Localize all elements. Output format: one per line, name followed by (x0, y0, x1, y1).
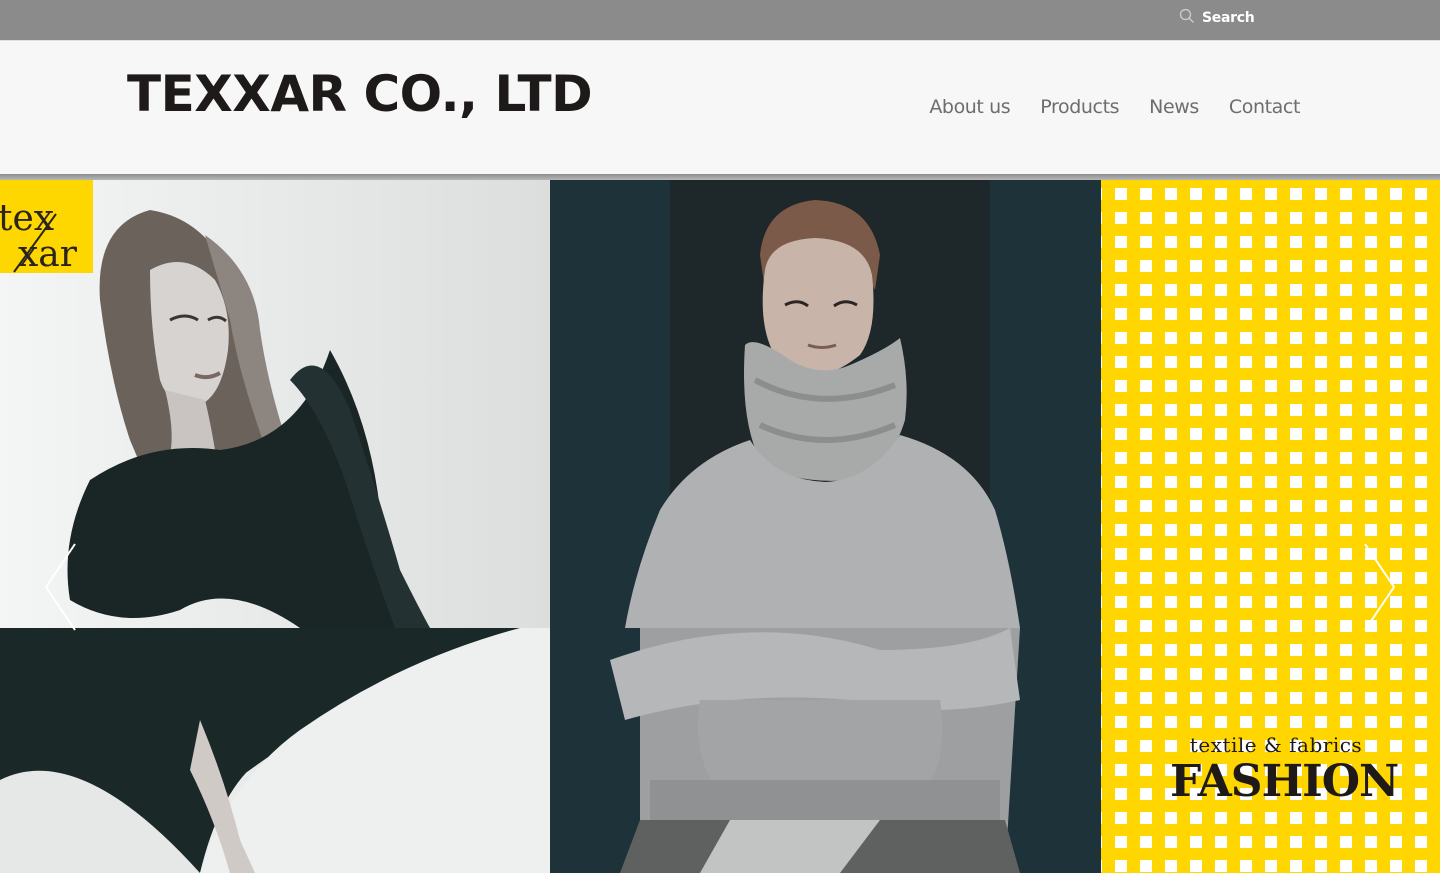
site-header: TEXXAR CO., LTD About us Products News C… (0, 40, 1440, 175)
company-logo-text[interactable]: TEXXAR CO., LTD (127, 63, 593, 125)
search-label: Search (1202, 10, 1255, 26)
texxar-logo-icon: tex xar (0, 198, 78, 273)
hero-image-woman: tex xar (0, 180, 550, 873)
top-bar: Search (0, 0, 1440, 40)
hero-image-man (550, 180, 1101, 873)
texxar-brand-badge[interactable]: tex xar (0, 180, 93, 273)
hero-slideshow: tex xar textile & fabrics FASHION (0, 180, 1440, 873)
search-button[interactable]: Search (1179, 6, 1255, 30)
nav-item-contact[interactable]: Contact (1229, 96, 1301, 118)
svg-text:tex: tex (0, 198, 54, 239)
tagline-subtitle: textile & fabrics (1189, 733, 1363, 757)
nav-item-news[interactable]: News (1149, 96, 1199, 118)
woman-photo (0, 180, 550, 873)
chevron-left-icon[interactable] (42, 542, 78, 632)
nav-item-about-us[interactable]: About us (929, 96, 1010, 118)
tagline-title: FASHION (1170, 756, 1399, 807)
chevron-right-icon[interactable] (1362, 542, 1398, 632)
main-nav: About us Products News Contact (929, 96, 1300, 118)
fashion-tagline: textile & fabrics FASHION (1170, 732, 1399, 806)
search-icon (1179, 8, 1195, 28)
man-photo (550, 180, 1101, 873)
nav-item-products[interactable]: Products (1040, 96, 1119, 118)
